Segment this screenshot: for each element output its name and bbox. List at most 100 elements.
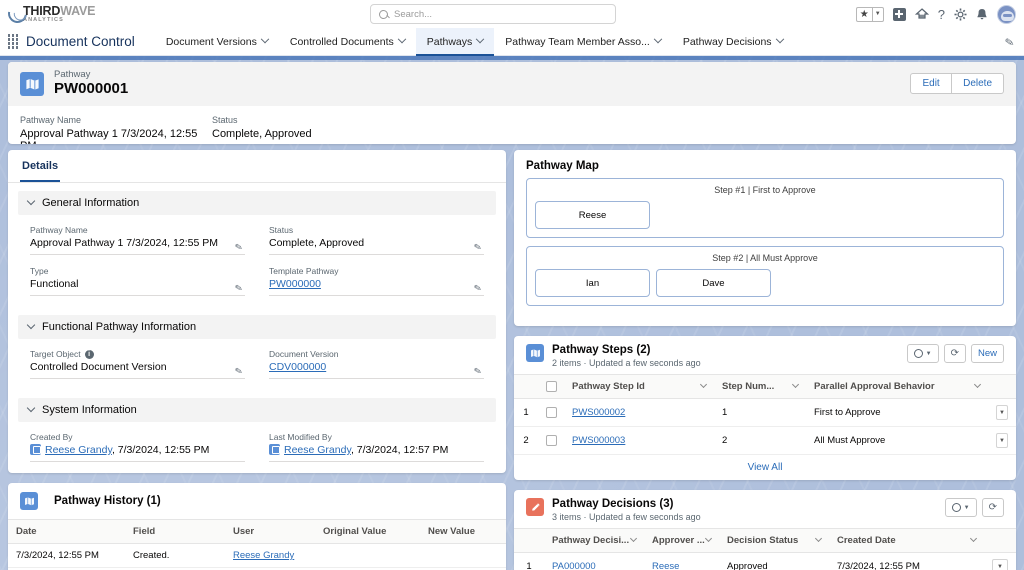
nav-tab-pathway-team-member-assoc[interactable]: Pathway Team Member Asso... [494,28,672,55]
search-input[interactable]: Search... [394,9,432,20]
record-actions: Edit Delete [910,73,1004,94]
nav-tab-controlled-documents[interactable]: Controlled Documents [279,28,416,55]
global-search-box[interactable]: Search... [370,4,616,24]
refresh-button[interactable]: ⟳ [943,344,966,363]
approver-link[interactable]: Reese [652,561,679,570]
column-row-actions [988,375,1016,398]
pathway-step-id-link[interactable]: PWS000003 [572,435,625,446]
chevron-down-icon[interactable] [775,34,784,43]
logo-text-bold: THIRD [23,3,61,18]
created-by-user-link[interactable]: Reese Grandy [45,444,112,456]
column-decision-status: Decision Status [719,529,829,552]
chevron-down-icon[interactable] [814,534,823,543]
row-checkbox[interactable] [545,435,557,446]
setup-gear-icon[interactable] [954,8,967,21]
chevron-down-icon[interactable] [26,196,36,206]
pathway-history-title[interactable]: Pathway History (1) [54,495,161,507]
info-icon[interactable]: i [84,349,94,359]
app-name[interactable]: Document Control [26,28,155,55]
favorites-chevron-down-icon[interactable]: ▼ [871,7,883,21]
app-navigation-bar: Document Control Document Versions Contr… [0,28,1024,56]
column-label: Step Num... [722,381,775,392]
approver-box[interactable]: Dave [656,269,771,297]
column-pathway-step-id: Pathway Step Id [564,375,714,398]
template-pathway-link[interactable]: PW000000 [269,278,484,296]
chevron-down-icon[interactable] [699,380,708,389]
row-checkbox[interactable] [545,407,557,418]
document-version-link[interactable]: CDV000000 [269,361,484,379]
field-value: Approval Pathway 1 7/3/2024, 12:55 PM [30,237,245,255]
cell-row-number: 1 [523,407,529,418]
cell-row-number: 1 [526,561,532,570]
chevron-down-icon[interactable] [629,534,638,543]
chevron-down-icon[interactable] [260,34,270,43]
chevron-down-icon[interactable] [704,534,713,543]
cloud-setup-icon[interactable] [914,8,929,20]
section-general-information[interactable]: General Information [18,191,496,215]
pathway-decisions-actions: ▼ ⟳ [944,498,1004,517]
pathway-steps-title[interactable]: Pathway Steps (2) [552,344,701,356]
chevron-down-icon[interactable] [791,380,800,389]
chevron-down-icon[interactable] [973,380,982,389]
approver-box[interactable]: Ian [535,269,650,297]
user-avatar[interactable] [997,4,1016,24]
row-actions-menu-button[interactable]: ▼ [996,405,1008,420]
user-icon [269,444,280,455]
column-label: Approver ... [652,535,705,546]
list-settings-gear-button[interactable]: ▼ [906,344,939,363]
pathway-steps-actions: ▼ ⟳ New [906,344,1004,363]
delete-button[interactable]: Delete [952,73,1004,94]
nav-tab-pathways[interactable]: Pathways [415,28,495,56]
favorites-control[interactable]: ★ ▼ [855,6,884,22]
notifications-bell-icon[interactable] [976,8,988,21]
list-settings-gear-button[interactable]: ▼ [944,498,977,517]
row-actions-menu-button[interactable]: ▼ [992,559,1008,570]
app-launcher-button[interactable] [0,28,26,55]
last-modified-by-user-link[interactable]: Reese Grandy [284,444,351,456]
system-information-fields: Created By Reese Grandy, 7/3/2024, 12:55… [8,422,506,473]
new-pathway-step-button[interactable]: New [970,344,1004,363]
pathway-icon [526,344,544,362]
section-system-information[interactable]: System Information [18,398,496,422]
cell-row-number: 2 [523,435,529,446]
cell-date: 7/3/2024, 12:55 PM [16,550,99,561]
created-by-timestamp: , 7/3/2024, 12:55 PM [111,444,210,456]
pathway-history-card: Pathway History (1) Date Field User Orig… [8,483,506,570]
edit-button[interactable]: Edit [910,73,953,94]
chevron-down-icon[interactable] [26,320,36,330]
select-all-checkbox[interactable] [545,381,557,392]
chevron-down-icon[interactable] [653,34,663,43]
pathway-decision-id-link[interactable]: PA000000 [552,561,596,570]
chevron-down-icon[interactable] [397,34,406,43]
row-actions-menu-button[interactable]: ▼ [996,433,1008,448]
section-functional-pathway-information[interactable]: Functional Pathway Information [18,315,496,339]
logo-text-light: WAVE [60,3,96,18]
chevron-down-icon[interactable] [26,403,36,413]
pathway-step-1: Step #1 | First to Approve Reese [526,178,1004,238]
approver-box[interactable]: Reese [535,201,650,229]
add-icon[interactable] [892,7,906,21]
cell-user-link[interactable]: Reese Grandy [233,550,294,561]
field-value: Controlled Document Version [30,361,245,379]
chevron-down-icon[interactable] [969,534,978,543]
refresh-button[interactable]: ⟳ [981,498,1004,517]
nav-tab-document-versions[interactable]: Document Versions [155,28,279,55]
pathway-steps-view-all-link[interactable]: View All [514,455,1016,480]
pathway-step-id-link[interactable]: PWS000002 [572,407,625,418]
left-column: Details General Information Pathway Name… [8,150,506,570]
column-new-value: New Value [428,526,475,537]
nav-tab-pathway-decisions[interactable]: Pathway Decisions [672,28,794,55]
tab-details[interactable]: Details [20,150,61,182]
chevron-down-icon[interactable] [476,34,485,43]
field-value: Approval Pathway 1 7/3/2024, 12:55 PM [20,128,198,144]
favorites-star-icon[interactable]: ★ [857,8,872,21]
help-icon[interactable]: ? [938,7,945,22]
pathway-decisions-title[interactable]: Pathway Decisions (3) [552,498,701,510]
table-row: 1 PA000000 Reese Approved 7/3/2024, 12:5… [514,553,1016,570]
edit-navigation-pencil-icon[interactable]: ✎ [1004,35,1015,49]
cell-original-value [315,550,420,562]
thirdwave-analytics-logo: THIRDWAVE ANALYTICS [4,0,96,27]
pathway-history-table-header: Date Field User Original Value New Value [8,519,506,544]
nav-tab-list: Document Versions Controlled Documents P… [155,28,1024,56]
nav-accent-band [0,56,1024,60]
